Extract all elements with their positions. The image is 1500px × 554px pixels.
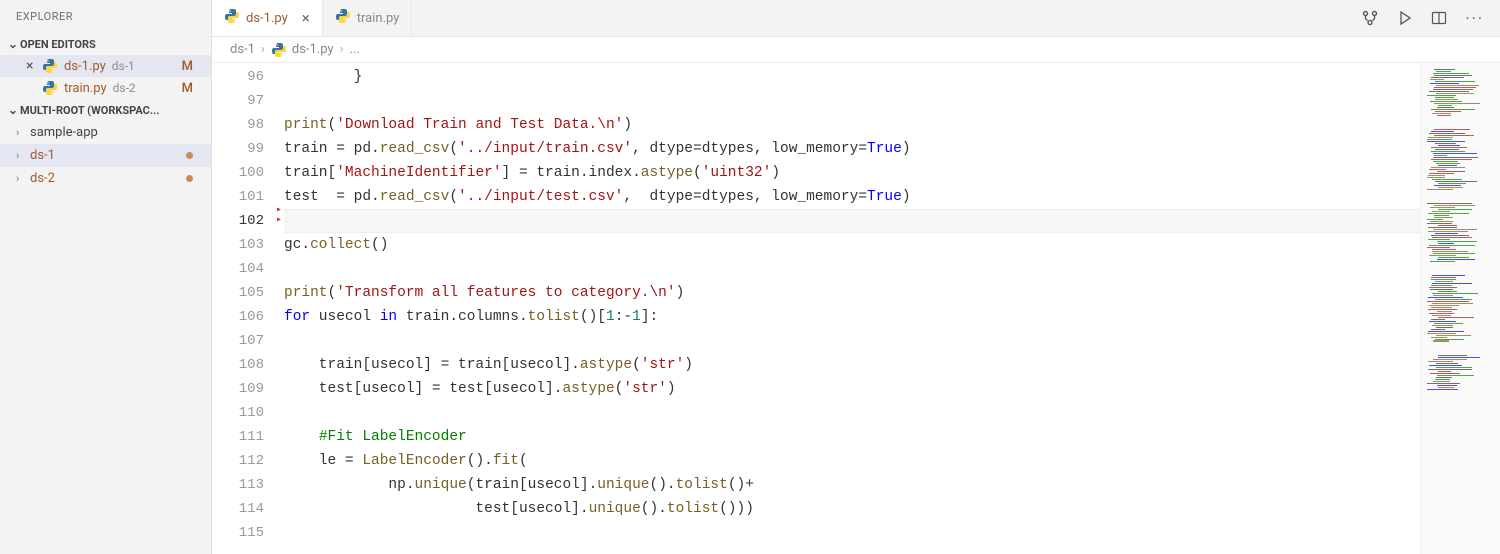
editor-main: ds-1.py × train.py ··· ds-1 ›	[212, 0, 1500, 554]
code-line[interactable]: train = pd.read_csv('../input/train.csv'…	[284, 137, 1420, 161]
code-line[interactable]: for usecol in train.columns.tolist()[1:-…	[284, 305, 1420, 329]
chevron-right-icon: ›	[16, 126, 30, 139]
open-editors-section[interactable]: ⌄ OPEN EDITORS	[0, 33, 211, 55]
editor-tab[interactable]: ds-1.py ×	[212, 0, 323, 36]
chevron-right-icon: ›	[261, 42, 265, 57]
breadcrumb-folder[interactable]: ds-1	[230, 42, 255, 57]
folder-name: sample-app	[30, 125, 98, 140]
close-icon[interactable]: ×	[302, 9, 310, 27]
open-editor-item[interactable]: × ds-1.py ds-1 M	[0, 55, 211, 77]
code-content[interactable]: } print('Download Train and Test Data.\n…	[284, 63, 1420, 554]
split-editor-icon[interactable]	[1431, 10, 1447, 26]
open-editors-list: × ds-1.py ds-1 Mtrain.py ds-2 M	[0, 55, 211, 99]
code-line[interactable]: test = pd.read_csv('../input/test.csv', …	[284, 185, 1420, 209]
tree-folder[interactable]: ›ds-1	[0, 144, 211, 167]
code-line[interactable]	[284, 209, 1420, 233]
editor-tab[interactable]: train.py	[323, 0, 413, 36]
file-folder: ds-2	[113, 81, 136, 95]
folder-name: ds-1	[30, 148, 55, 163]
file-folder: ds-1	[112, 59, 135, 73]
chevron-down-icon: ⌄	[6, 103, 20, 117]
workspace-section[interactable]: ⌄ MULTI-ROOT (WORKSPAC...	[0, 99, 211, 121]
breadcrumb-file[interactable]: ds-1.py	[271, 42, 334, 58]
explorer-title: EXPLORER	[0, 0, 211, 33]
code-line[interactable]: train['MachineIdentifier'] = train.index…	[284, 161, 1420, 185]
python-file-icon	[42, 58, 58, 74]
chevron-down-icon: ⌄	[6, 37, 20, 51]
code-line[interactable]: print('Transform all features to categor…	[284, 281, 1420, 305]
file-name: train.py	[64, 81, 107, 96]
tree-folder[interactable]: ›ds-2	[0, 167, 211, 190]
tab-bar: ds-1.py × train.py ···	[212, 0, 1500, 37]
python-file-icon	[224, 8, 240, 28]
code-line[interactable]: le = LabelEncoder().fit(	[284, 449, 1420, 473]
tab-label: ds-1.py	[246, 11, 288, 26]
open-editors-label: OPEN EDITORS	[20, 38, 96, 51]
breadcrumb-more[interactable]: ...	[350, 42, 360, 57]
code-line[interactable]: print('Download Train and Test Data.\n')	[284, 113, 1420, 137]
modified-dot-icon	[186, 175, 193, 182]
modified-dot-icon	[186, 152, 193, 159]
breakpoint-marker-icon: ▸	[276, 209, 282, 233]
chevron-right-icon: ›	[16, 172, 30, 185]
file-name: ds-1.py	[64, 59, 106, 74]
tree-folder[interactable]: ›sample-app	[0, 121, 211, 144]
explorer-sidebar: EXPLORER ⌄ OPEN EDITORS × ds-1.py ds-1 Mtra…	[0, 0, 212, 554]
code-line[interactable]: test[usecol].unique().tolist()))	[284, 497, 1420, 521]
breadcrumb[interactable]: ds-1 › ds-1.py › ...	[212, 37, 1500, 63]
code-editor[interactable]: 96979899100101▸102▸103104105106107108109…	[212, 63, 1500, 554]
python-file-icon	[42, 80, 58, 96]
more-icon[interactable]: ···	[1465, 9, 1484, 28]
chevron-right-icon: ›	[16, 149, 30, 162]
close-icon[interactable]: ×	[26, 59, 33, 73]
modified-badge: M	[182, 59, 193, 74]
code-line[interactable]: }	[284, 65, 1420, 89]
minimap[interactable]	[1420, 63, 1500, 554]
chevron-right-icon: ›	[340, 42, 344, 57]
code-line[interactable]: test[usecol] = test[usecol].astype('str'…	[284, 377, 1420, 401]
workspace-label: MULTI-ROOT (WORKSPAC...	[20, 104, 159, 117]
compare-changes-icon[interactable]	[1361, 9, 1379, 27]
modified-badge: M	[182, 81, 193, 96]
code-line[interactable]	[284, 521, 1420, 545]
code-line[interactable]: #Fit LabelEncoder	[284, 425, 1420, 449]
code-line[interactable]	[284, 329, 1420, 353]
folder-tree: ›sample-app›ds-1›ds-2	[0, 121, 211, 190]
code-line[interactable]	[284, 257, 1420, 281]
code-line[interactable]: train[usecol] = train[usecol].astype('st…	[284, 353, 1420, 377]
editor-actions: ···	[1361, 0, 1500, 36]
tab-label: train.py	[357, 11, 400, 26]
code-line[interactable]	[284, 89, 1420, 113]
run-icon[interactable]	[1397, 10, 1413, 26]
folder-name: ds-2	[30, 171, 55, 186]
open-editor-item[interactable]: train.py ds-2 M	[0, 77, 211, 99]
code-line[interactable]: np.unique(train[usecol].unique().tolist(…	[284, 473, 1420, 497]
line-numbers: 96979899100101▸102▸103104105106107108109…	[212, 63, 284, 554]
python-file-icon	[335, 8, 351, 28]
code-line[interactable]: gc.collect()	[284, 233, 1420, 257]
code-line[interactable]	[284, 401, 1420, 425]
